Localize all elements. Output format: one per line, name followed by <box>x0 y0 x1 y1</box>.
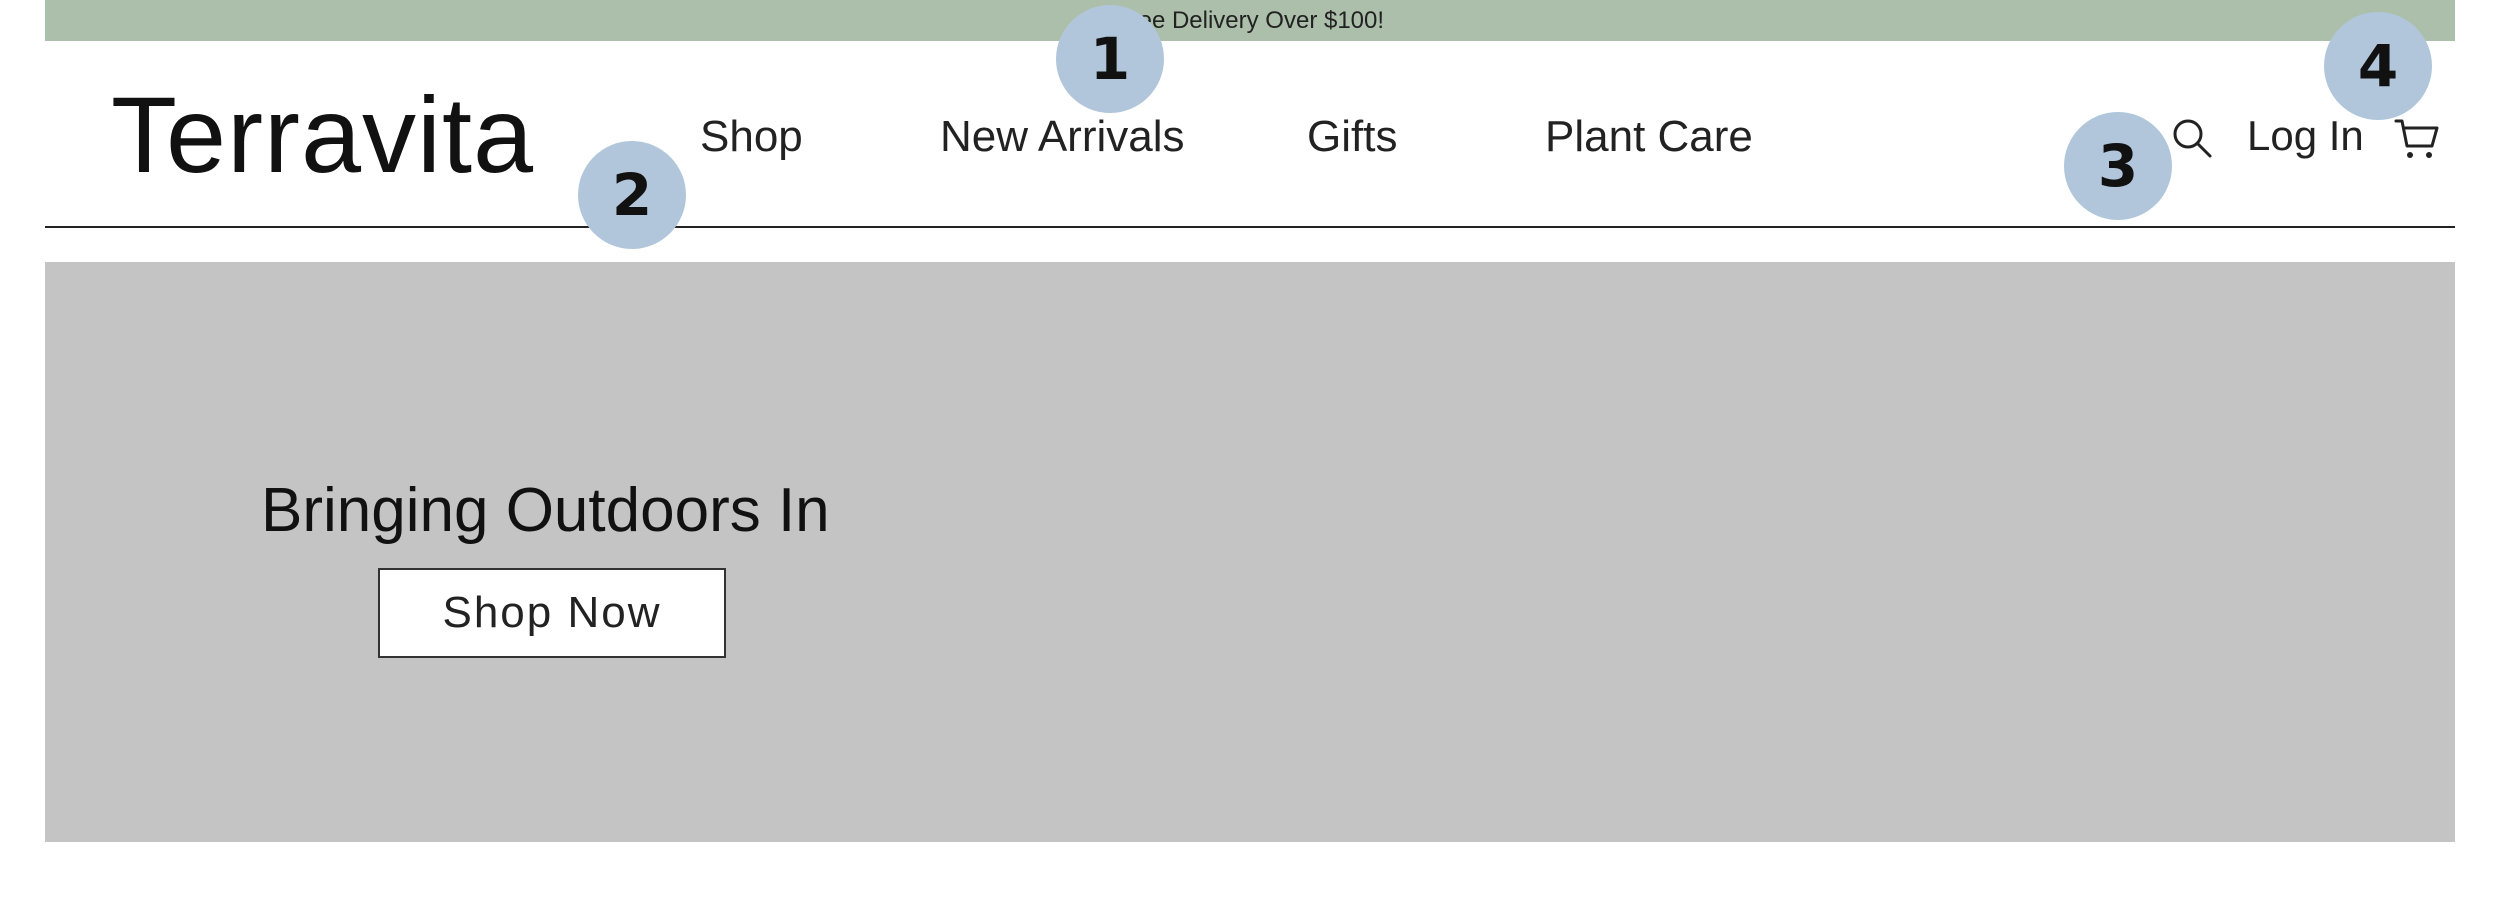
promo-bar: Free Delivery Over $100! <box>45 0 2455 41</box>
search-icon-graphic <box>2173 119 2212 158</box>
shop-now-button[interactable]: Shop Now <box>378 568 726 658</box>
nav-item-new-arrivals[interactable]: New Arrivals <box>940 115 1185 159</box>
search-icon[interactable] <box>2170 116 2214 160</box>
marker-3: 3 <box>2064 112 2172 220</box>
nav-item-shop[interactable]: Shop <box>700 115 803 159</box>
marker-2: 2 <box>578 141 686 249</box>
cart-icon[interactable] <box>2393 115 2441 163</box>
hero-banner: Bringing Outdoors In Shop Now <box>45 262 2455 842</box>
nav-item-gifts[interactable]: Gifts <box>1307 115 1397 159</box>
cart-icon-graphic <box>2394 119 2439 158</box>
hero-title: Bringing Outdoors In <box>261 476 830 545</box>
brand-logo[interactable]: Terravita <box>111 81 534 189</box>
login-link[interactable]: Log In <box>2247 115 2364 157</box>
marker-4: 4 <box>2324 12 2432 120</box>
marker-1: 1 <box>1056 5 1164 113</box>
nav-item-plant-care[interactable]: Plant Care <box>1545 115 1753 159</box>
